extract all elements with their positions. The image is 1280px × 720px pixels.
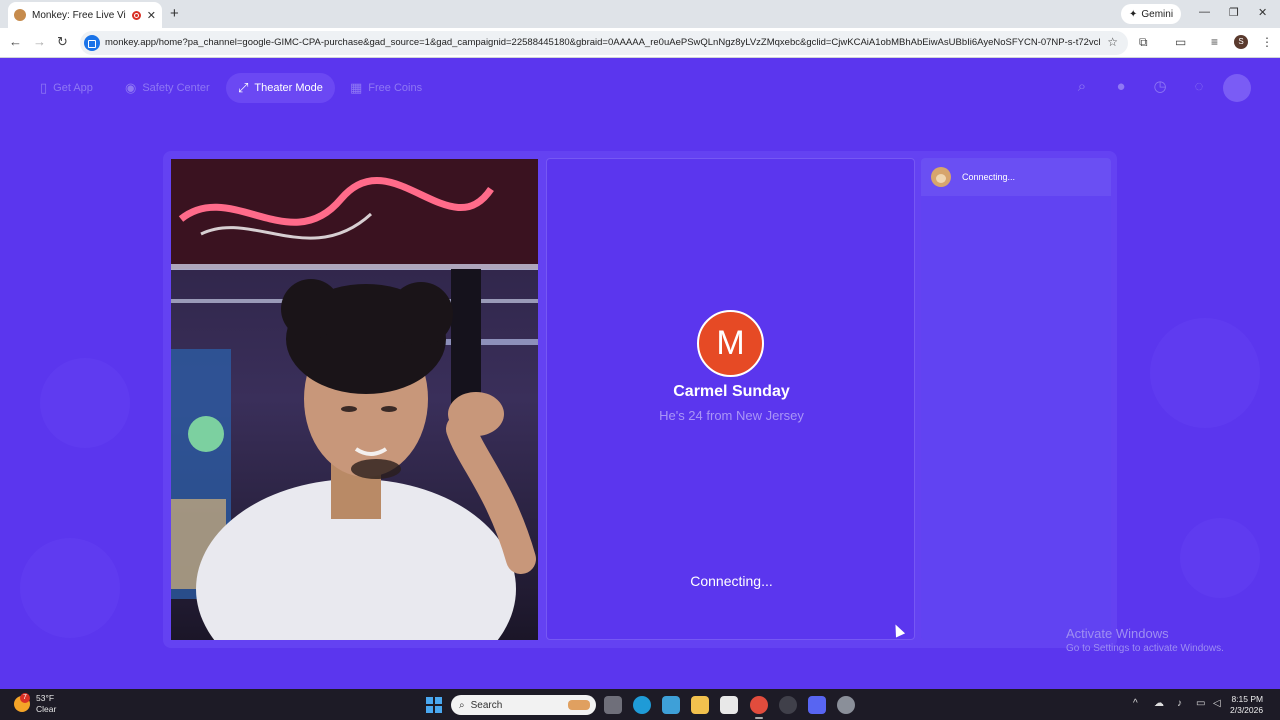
store-icon[interactable] (720, 696, 738, 714)
weather-badge: 7 (20, 693, 30, 703)
media-controls-icon[interactable]: ≡ (1211, 35, 1218, 49)
windows-taskbar: 7 53°F Clear ⌕ Search ^ ☁ ♪ ▭ ◁ 8:15 PM … (0, 689, 1280, 720)
close-window-button[interactable]: ✕ (1258, 6, 1267, 19)
shield-icon: ◉ (125, 80, 137, 95)
network-icon[interactable]: ▭ (1196, 698, 1205, 709)
task-view-icon[interactable] (604, 696, 622, 714)
webcam-image (171, 159, 538, 640)
browser-toolbar: ← → ↻ monkey.app/home?pa_channel=google-… (0, 28, 1280, 58)
volume-icon[interactable]: ◁ (1213, 698, 1221, 709)
background-decoration (40, 358, 130, 448)
new-tab-button[interactable]: + (170, 5, 179, 22)
settings-gear-icon[interactable] (837, 696, 855, 714)
chrome-icon[interactable] (750, 696, 768, 719)
nav-get-app[interactable]: ▯ Get App (40, 73, 93, 103)
tab-title: Monkey: Free Live Video Ch (32, 9, 126, 21)
user-avatar[interactable] (1223, 74, 1251, 102)
weather-temp: 53°F (36, 693, 55, 703)
nav-label: Theater Mode (254, 82, 323, 94)
microphone-icon[interactable]: ♪ (1177, 698, 1182, 709)
weather-widget[interactable]: 7 53°F Clear (14, 693, 56, 715)
edge-icon[interactable] (633, 696, 651, 714)
local-video-feed (171, 159, 538, 640)
weather-sun-icon: 7 (14, 693, 30, 712)
m365-icon[interactable] (662, 696, 680, 714)
partner-name: Carmel Sunday (673, 383, 790, 400)
browser-tab[interactable]: Monkey: Free Live Video Ch ✕ (8, 2, 162, 28)
background-decoration (20, 538, 120, 638)
expand-icon: ⤢ (238, 80, 249, 95)
address-bar[interactable]: monkey.app/home?pa_channel=google-GIMC-C… (80, 31, 1128, 55)
watermark-subtitle: Go to Settings to activate Windows. (1066, 643, 1224, 654)
bookmark-star-icon[interactable]: ☆ (1107, 35, 1118, 49)
url-text: monkey.app/home?pa_channel=google-GIMC-C… (105, 37, 1100, 48)
discord-icon[interactable] (808, 696, 826, 714)
background-decoration (1180, 518, 1260, 598)
connection-status: Connecting... (690, 573, 773, 589)
minimize-button[interactable]: — (1199, 6, 1210, 18)
search-highlight-icon (568, 700, 590, 710)
background-decoration (1150, 318, 1260, 428)
nav-theater-mode[interactable]: ⤢ Theater Mode (226, 73, 335, 103)
forward-arrow-icon[interactable]: → (33, 34, 46, 49)
partner-avatar: M (697, 310, 764, 377)
reload-icon[interactable]: ↻ (57, 34, 68, 50)
clock-date: 2/3/2026 (1230, 705, 1264, 715)
search-placeholder: Search (470, 699, 503, 711)
chat-header: Connecting... (921, 158, 1111, 196)
nav-label: Safety Center (142, 82, 210, 94)
system-clock[interactable]: 8:15 PM 2/3/2026 (1230, 694, 1263, 716)
tray-chevron-icon[interactable]: ^ (1133, 698, 1138, 709)
chat-panel: Connecting... (921, 158, 1111, 640)
gemini-label: Gemini (1141, 8, 1174, 20)
obs-icon[interactable] (779, 696, 797, 714)
weather-desc: Clear (36, 704, 57, 714)
search-icon[interactable]: ⌕ (1072, 77, 1092, 97)
activate-windows-watermark: Activate Windows Go to Settings to activ… (1066, 626, 1224, 654)
gemini-button[interactable]: ✦ Gemini (1121, 4, 1182, 24)
chat-icon[interactable]: ◌ (1189, 77, 1209, 97)
coins-icon: ▦ (350, 80, 363, 95)
windows-start-icon[interactable] (426, 697, 442, 713)
tab-close-icon[interactable]: ✕ (147, 9, 156, 22)
cast-icon[interactable]: ▭ (1175, 35, 1186, 49)
onedrive-icon[interactable]: ☁ (1154, 698, 1164, 709)
monkey-favicon-icon (14, 9, 26, 21)
chat-status: Connecting... (962, 172, 1016, 182)
gemini-sparkle-icon: ✦ (1129, 8, 1138, 20)
nav-free-coins[interactable]: ▦ Free Coins (350, 73, 422, 103)
browser-tab-strip: Monkey: Free Live Video Ch ✕ + ✦ Gemini … (0, 0, 1280, 28)
file-explorer-icon[interactable] (691, 696, 709, 714)
monkey-page: ▯ Get App ◉ Safety Center ⤢ Theater Mode… (0, 58, 1280, 689)
partner-subtitle: He's 24 from New Jersey (659, 408, 804, 423)
nav-label: Free Coins (368, 82, 423, 94)
maximize-button[interactable]: ❐ (1229, 6, 1239, 19)
menu-kebab-icon[interactable]: ⋮ (1261, 35, 1273, 49)
nav-safety-center[interactable]: ◉ Safety Center (125, 73, 210, 103)
recording-icon (131, 10, 141, 20)
partner-panel: M Carmel Sunday He's 24 from New Jersey … (546, 158, 915, 640)
site-info-icon[interactable] (84, 35, 100, 51)
history-icon[interactable]: ◷ (1150, 77, 1170, 97)
search-icon: ⌕ (459, 699, 465, 711)
extensions-icon[interactable]: ⧉ (1139, 35, 1148, 50)
monkey-icon (931, 167, 951, 187)
coin-icon[interactable]: ● (1111, 77, 1131, 97)
back-arrow-icon[interactable]: ← (9, 34, 22, 49)
clock-time: 8:15 PM (1231, 694, 1264, 704)
profile-avatar[interactable]: S (1234, 35, 1248, 49)
watermark-title: Activate Windows (1066, 626, 1169, 641)
nav-label: Get App (53, 82, 93, 94)
phone-icon: ▯ (40, 80, 48, 95)
taskbar-search[interactable]: ⌕ Search (451, 695, 596, 715)
